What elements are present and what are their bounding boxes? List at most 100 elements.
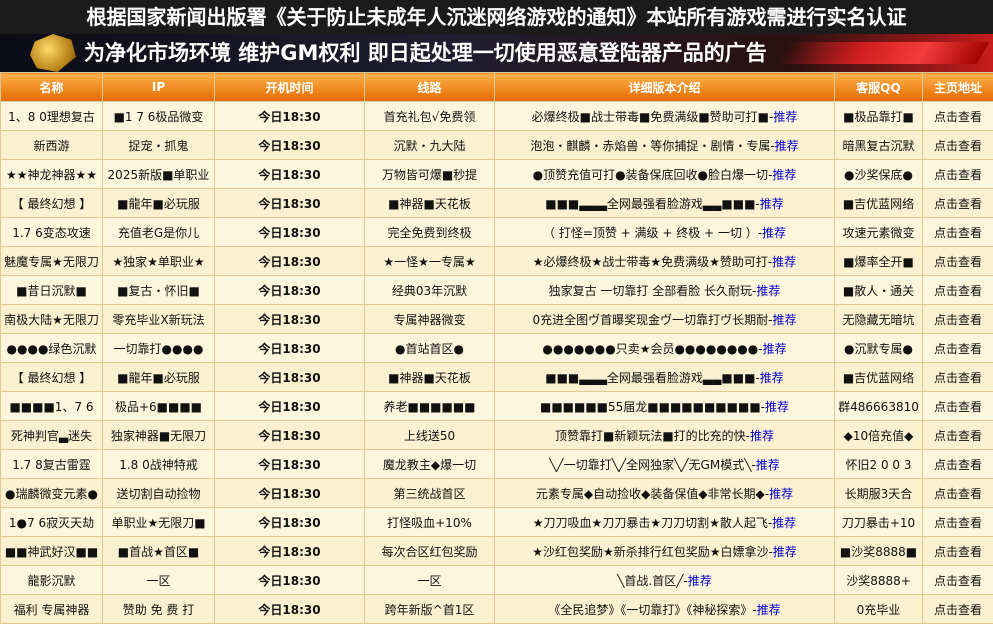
homepage-link[interactable]: 点击查看 — [923, 566, 993, 595]
recommend-link[interactable]: 推荐 — [756, 458, 780, 472]
server-line[interactable]: ■神器■天花板 — [365, 363, 495, 392]
server-ip[interactable]: ■龍年■必玩服 — [103, 363, 215, 392]
server-name[interactable]: 龍影沉默 — [1, 566, 103, 595]
recommend-link[interactable]: 推荐 — [772, 313, 796, 327]
homepage-link[interactable]: 点击查看 — [923, 189, 993, 218]
server-line[interactable]: 跨年新版^首1区 — [365, 595, 495, 624]
server-description[interactable]: ╲首战.首区╱-推荐 — [495, 566, 835, 595]
server-ip[interactable]: 独家神器■无限刀 — [103, 421, 215, 450]
server-description[interactable]: ■■■▃▃▃全网最强看脸游戏▃▃■■■-推荐 — [495, 363, 835, 392]
server-ip[interactable]: ■1 7 6极品微变 — [103, 102, 215, 131]
server-ip[interactable]: 送切割自动捡物 — [103, 479, 215, 508]
server-name[interactable]: 【 最终幻想 】 — [1, 363, 103, 392]
server-line[interactable]: 万物皆可爆■秒提 — [365, 160, 495, 189]
recommend-link[interactable]: 推荐 — [773, 110, 797, 124]
recommend-link[interactable]: 推荐 — [760, 371, 784, 385]
server-name[interactable]: ●瑞麟微变元素● — [1, 479, 103, 508]
recommend-link[interactable]: 推荐 — [769, 487, 793, 501]
server-name[interactable]: 1.7 6变态攻速 — [1, 218, 103, 247]
homepage-link[interactable]: 点击查看 — [923, 392, 993, 421]
server-ip[interactable]: ■复古・怀旧■ — [103, 276, 215, 305]
homepage-link[interactable]: 点击查看 — [923, 305, 993, 334]
recommend-link[interactable]: 推荐 — [763, 342, 787, 356]
server-ip[interactable]: 充值老G是你儿 — [103, 218, 215, 247]
server-line[interactable]: 沉默・九大陆 — [365, 131, 495, 160]
recommend-link[interactable]: 推荐 — [775, 139, 799, 153]
homepage-link[interactable]: 点击查看 — [923, 421, 993, 450]
server-line[interactable]: 完全免费到终极 — [365, 218, 495, 247]
server-description[interactable]: 元素专属◆自动捡收◆装备保值◆非常长期◆-推荐 — [495, 479, 835, 508]
homepage-link[interactable]: 点击查看 — [923, 450, 993, 479]
server-ip[interactable]: 2025新版■单职业 — [103, 160, 215, 189]
server-line[interactable]: 养老■■■■■■ — [365, 392, 495, 421]
server-name[interactable]: ■■神武好汉■■ — [1, 537, 103, 566]
server-name[interactable]: 南极大陆★无限刀 — [1, 305, 103, 334]
server-name[interactable]: 1、8 0理想复古 — [1, 102, 103, 131]
server-name[interactable]: 福利 专属神器 — [1, 595, 103, 624]
server-line[interactable]: 魔龙教主◆爆一切 — [365, 450, 495, 479]
server-name[interactable]: ■■■■1、7 6 — [1, 392, 103, 421]
server-line[interactable]: 经典03年沉默 — [365, 276, 495, 305]
server-name[interactable]: 魅魔专属★无限刀 — [1, 247, 103, 276]
server-description[interactable]: ╲╱一切靠打╲╱全网独家╲╱无GM模式╲-推荐 — [495, 450, 835, 479]
recommend-link[interactable]: 推荐 — [772, 516, 796, 530]
server-name[interactable]: ★★神龙神器★★ — [1, 160, 103, 189]
server-name[interactable]: 新西游 — [1, 131, 103, 160]
server-description[interactable]: 《全民追梦》《一切靠打》《神秘探索》-推荐 — [495, 595, 835, 624]
server-ip[interactable]: 赞助 免 费 打 — [103, 595, 215, 624]
server-description[interactable]: 必爆终极■战士带毒■免费满级■赞助可打■-推荐 — [495, 102, 835, 131]
server-description[interactable]: ●顶赞充值可打●装备保底回收●脸白爆一切-推荐 — [495, 160, 835, 189]
server-description[interactable]: ●●●●●●●只卖★会员●●●●●●●●-推荐 — [495, 334, 835, 363]
homepage-link[interactable]: 点击查看 — [923, 508, 993, 537]
server-description[interactable]: 0充进全图ヴ首曝奖现金ヴ一切靠打ヴ长期耐-推荐 — [495, 305, 835, 334]
homepage-link[interactable]: 点击查看 — [923, 131, 993, 160]
server-ip[interactable]: 1.8 0战神特戒 — [103, 450, 215, 479]
server-description[interactable]: ★必爆终极★战士带毒★免费满级★赞助可打-推荐 — [495, 247, 835, 276]
server-description[interactable]: ■■■▃▃▃全网最强看脸游戏▃▃■■■-推荐 — [495, 189, 835, 218]
server-description[interactable]: 顶赞靠打■新颖玩法■打的比充的快-推荐 — [495, 421, 835, 450]
server-line[interactable]: ★一怪★一专属★ — [365, 247, 495, 276]
recommend-link[interactable]: 推荐 — [772, 168, 796, 182]
server-name[interactable]: ■昔日沉默■ — [1, 276, 103, 305]
server-name[interactable]: 死神判官▃迷失 — [1, 421, 103, 450]
homepage-link[interactable]: 点击查看 — [923, 363, 993, 392]
server-line[interactable]: 每次合区红包奖励 — [365, 537, 495, 566]
server-description[interactable]: 独家复古 一切靠打 全部看脸 长久耐玩-推荐 — [495, 276, 835, 305]
homepage-link[interactable]: 点击查看 — [923, 102, 993, 131]
homepage-link[interactable]: 点击查看 — [923, 160, 993, 189]
homepage-link[interactable]: 点击查看 — [923, 479, 993, 508]
recommend-link[interactable]: 推荐 — [757, 603, 781, 617]
homepage-link[interactable]: 点击查看 — [923, 334, 993, 363]
server-line[interactable]: 一区 — [365, 566, 495, 595]
recommend-link[interactable]: 推荐 — [765, 400, 789, 414]
homepage-link[interactable]: 点击查看 — [923, 247, 993, 276]
homepage-link[interactable]: 点击查看 — [923, 218, 993, 247]
server-description[interactable]: ★沙红包奖励★新杀排行红包奖励★白嫖拿沙-推荐 — [495, 537, 835, 566]
server-ip[interactable]: ★独家★单职业★ — [103, 247, 215, 276]
server-ip[interactable]: ■首战★首区■ — [103, 537, 215, 566]
recommend-link[interactable]: 推荐 — [756, 284, 780, 298]
server-ip[interactable]: 极品+6■■■■ — [103, 392, 215, 421]
recommend-link[interactable]: 推荐 — [688, 574, 712, 588]
homepage-link[interactable]: 点击查看 — [923, 276, 993, 305]
server-description[interactable]: ★刀刀吸血★刀刀暴击★刀刀切割★散人起飞-推荐 — [495, 508, 835, 537]
recommend-link[interactable]: 推荐 — [762, 226, 786, 240]
recommend-link[interactable]: 推荐 — [750, 429, 774, 443]
server-line[interactable]: 首充礼包√免费领 — [365, 102, 495, 131]
server-description[interactable]: （ 打怪=顶赞 + 满级 + 终极 + 一切 ）-推荐 — [495, 218, 835, 247]
server-line[interactable]: 第三统战首区 — [365, 479, 495, 508]
server-line[interactable]: ●首站首区● — [365, 334, 495, 363]
server-ip[interactable]: 捉宠・抓鬼 — [103, 131, 215, 160]
server-line[interactable]: 上线送50 — [365, 421, 495, 450]
server-ip[interactable]: 零充毕业Ⅹ新玩法 — [103, 305, 215, 334]
server-description[interactable]: 泡泡・麒麟・赤焰兽・等你捕捉・剧情・专属-推荐 — [495, 131, 835, 160]
server-ip[interactable]: 单职业★无限刀■ — [103, 508, 215, 537]
homepage-link[interactable]: 点击查看 — [923, 537, 993, 566]
server-line[interactable]: ■神器■天花板 — [365, 189, 495, 218]
server-name[interactable]: ●●●●绿色沉默 — [1, 334, 103, 363]
server-ip[interactable]: ■龍年■必玩服 — [103, 189, 215, 218]
server-line[interactable]: 打怪吸血+10% — [365, 508, 495, 537]
server-ip[interactable]: 一区 — [103, 566, 215, 595]
server-line[interactable]: 专属神器微变 — [365, 305, 495, 334]
server-name[interactable]: 【 最终幻想 】 — [1, 189, 103, 218]
